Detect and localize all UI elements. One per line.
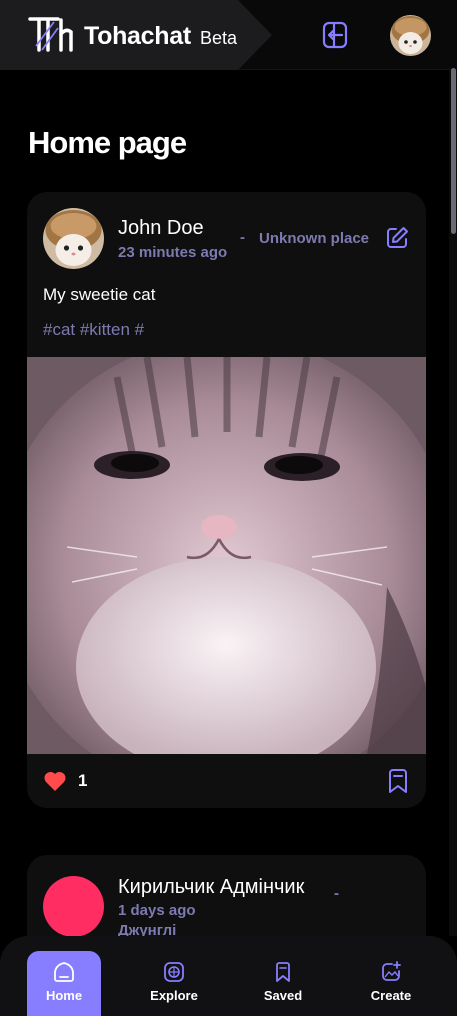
post-image[interactable] <box>27 357 426 754</box>
nav-create[interactable]: Create <box>354 951 428 1016</box>
explore-icon <box>164 962 184 982</box>
scrollbar-thumb[interactable] <box>451 68 456 234</box>
post-caption: My sweetie cat <box>43 285 156 304</box>
nav-label-create: Create <box>370 988 412 1003</box>
nav-label-home: Home <box>45 988 83 1003</box>
post-time: 23 minutes ago <box>118 244 228 261</box>
author-avatar[interactable] <box>43 876 104 937</box>
edit-icon[interactable] <box>384 225 410 251</box>
nav-saved[interactable]: Saved <box>246 951 320 1016</box>
create-post-icon <box>382 961 401 981</box>
post-card: John Doe 23 minutes ago - Unknown place … <box>27 192 426 808</box>
cat-avatar-icon <box>390 15 431 56</box>
post-author[interactable]: Кирильчик Адмінчик <box>118 875 304 899</box>
nav-explore[interactable]: Explore <box>137 951 211 1016</box>
top-bar: Tohachat Beta <box>0 0 457 70</box>
meta-separator: - <box>240 229 245 246</box>
post-author[interactable]: John Doe <box>118 216 204 240</box>
brand-tab[interactable]: Tohachat Beta <box>0 0 272 70</box>
brand-tag: Beta <box>200 28 238 48</box>
profile-avatar[interactable] <box>390 15 431 56</box>
nav-label-explore: Explore <box>150 988 198 1003</box>
logo-icon <box>28 17 73 52</box>
cat-avatar-icon <box>43 208 104 269</box>
nav-home[interactable]: Home <box>27 951 101 1016</box>
bookmark-icon[interactable] <box>386 768 410 794</box>
bookmark-icon <box>276 962 290 982</box>
page-title: Home page <box>28 125 187 160</box>
logout-icon[interactable] <box>320 20 350 50</box>
meta-separator: - <box>334 885 339 902</box>
post-tags: #cat #kitten # <box>43 320 145 339</box>
like-count: 1 <box>78 771 88 790</box>
bottom-nav: Home Explore Saved Create <box>0 936 457 1016</box>
author-avatar[interactable] <box>43 208 104 269</box>
post-time: 1 days ago <box>118 902 196 919</box>
brand-name: Tohachat <box>84 22 191 50</box>
nav-label-saved: Saved <box>263 988 303 1003</box>
home-icon <box>54 962 74 982</box>
heart-icon[interactable] <box>43 770 67 792</box>
post-location: Unknown place <box>259 230 370 247</box>
